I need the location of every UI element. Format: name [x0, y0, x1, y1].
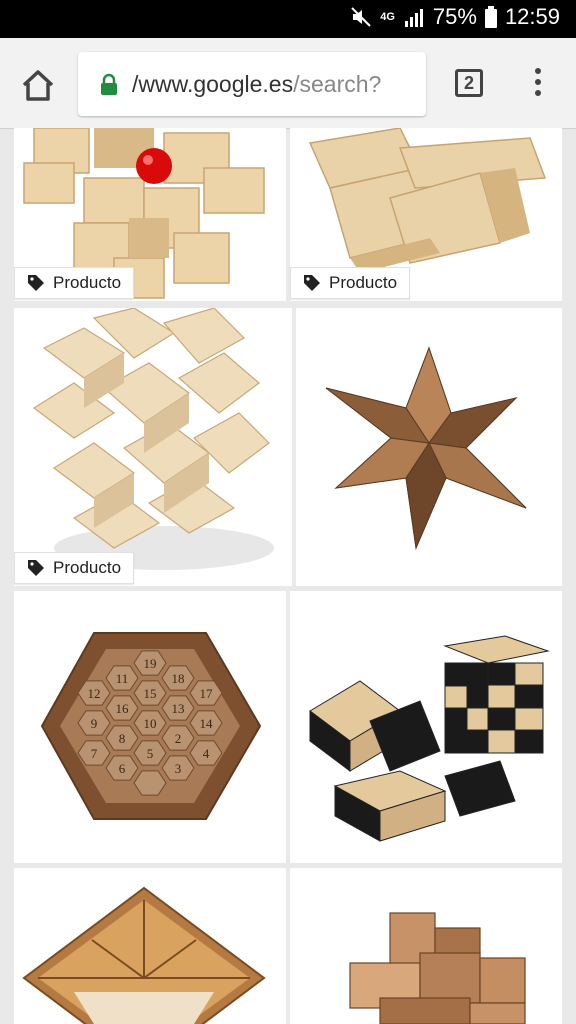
image-result-spiked-burr-puzzle[interactable]: Producto: [14, 308, 292, 586]
signal-icon: [404, 9, 423, 27]
image-results-grid: Producto Producto Producto 19 11 18 12 1…: [0, 128, 576, 1024]
hex-piece-number: 9: [91, 716, 98, 731]
hex-piece-number: 8: [119, 731, 126, 746]
image-result-black-white-cube-puzzle[interactable]: [290, 591, 562, 863]
tag-icon: [28, 560, 44, 576]
hex-piece-number: 7: [91, 746, 98, 761]
hex-piece-number: 13: [172, 701, 185, 716]
hex-piece-number: 10: [144, 716, 157, 731]
wooden-star-puzzle-image: [325, 346, 527, 550]
url-host: /www.google.es: [132, 70, 294, 97]
hex-piece-number: 17: [200, 686, 214, 701]
url-bar[interactable]: /www.google.es/search?: [78, 52, 426, 116]
image-result-wooden-star-puzzle[interactable]: [296, 308, 562, 586]
image-result-block-stack-puzzle[interactable]: [290, 868, 562, 1024]
network-type: 4G: [380, 11, 395, 23]
hex-piece-number: 4: [203, 746, 210, 761]
home-icon[interactable]: [18, 65, 58, 105]
image-result-hexagon-number-puzzle[interactable]: 19 11 18 12 15 17 16 13 9 10 14 8 2 7 5 4 6 3: [14, 591, 286, 863]
product-badge-label: Producto: [329, 273, 398, 292]
url-path: /search?: [293, 70, 382, 97]
mute-icon: [351, 7, 371, 27]
image-result-interlocking-cube-puzzle[interactable]: Producto: [290, 128, 562, 301]
hex-piece-number: 11: [116, 671, 129, 686]
hex-piece-number: 15: [144, 686, 157, 701]
spiked-burr-puzzle-image: [32, 308, 274, 570]
product-badge-label: Producto: [53, 273, 122, 292]
black-white-cube-puzzle-image: [309, 635, 550, 842]
product-badge: Producto: [14, 267, 135, 299]
hex-piece-number: 2: [175, 731, 182, 746]
hexagon-number-puzzle-image: 19 11 18 12 15 17 16 13 9 10 14 8 2 7 5 4 6 3: [40, 632, 262, 820]
clock: 12:59: [504, 4, 560, 29]
tab-switcher-button[interactable]: 2: [455, 69, 483, 97]
hex-piece-number: 19: [144, 656, 157, 671]
image-result-tangram-square-puzzle[interactable]: [14, 868, 286, 1024]
url-text: /www.google.es/search?: [132, 71, 381, 98]
status-bar: 4G 75% 12:59: [0, 0, 576, 38]
tag-icon: [28, 275, 44, 291]
product-badge-label: Producto: [53, 558, 122, 577]
image-result-burr-puzzle-red-ball[interactable]: Producto: [14, 128, 286, 301]
overflow-menu-icon[interactable]: [531, 68, 545, 100]
hex-piece-number: 3: [175, 761, 182, 776]
hex-piece-number: 5: [147, 746, 154, 761]
hex-piece-number: 16: [116, 701, 130, 716]
block-stack-puzzle-image: [349, 912, 526, 1024]
lock-icon: [101, 73, 117, 95]
hex-piece-number: 14: [200, 716, 214, 731]
product-badge: Producto: [14, 552, 135, 584]
browser-toolbar: /www.google.es/search? 2: [0, 38, 576, 129]
hex-piece-number: 12: [88, 686, 101, 701]
tag-icon: [304, 275, 320, 291]
hex-piece-number: 18: [172, 671, 185, 686]
product-badge: Producto: [290, 267, 411, 299]
tangram-square-puzzle-image: [22, 886, 266, 1024]
battery-percent: 75%: [432, 4, 477, 29]
hex-piece-number: 6: [119, 761, 126, 776]
battery-icon: [484, 6, 497, 28]
